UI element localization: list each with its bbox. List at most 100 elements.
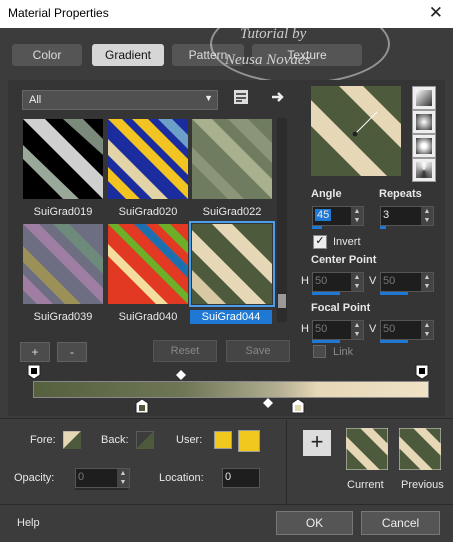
angle-value: 45 [315,209,332,221]
center-point-label: Center Point [311,254,377,266]
cancel-button[interactable]: Cancel [361,511,440,535]
focal-h-slider[interactable] [312,340,340,343]
color-stop-left[interactable] [135,398,149,414]
vertical-divider [286,420,287,504]
angle-spinner[interactable]: 45 ▲ ▼ [312,206,364,226]
focal-h-spinner[interactable]: 50 ▲ ▼ [312,320,364,340]
link-label: Link [333,346,354,358]
center-v-value: 50 [383,275,396,287]
gradient-preview[interactable] [311,86,401,176]
repeats-spinner[interactable]: 3 ▲ ▼ [380,206,434,226]
center-v-slider[interactable] [380,292,408,295]
spinner-arrows-icon[interactable]: ▲ ▼ [351,321,363,339]
gradient-label-suigrad044: SuiGrad044 [190,310,272,324]
spinner-arrows-icon[interactable]: ▲ ▼ [421,321,433,339]
repeats-label: Repeats [379,188,422,200]
location-label: Location: [159,472,204,484]
center-v-label: V [369,275,377,287]
center-v-spinner[interactable]: 50 ▲ ▼ [380,272,434,292]
opacity-label: Opacity: [14,472,55,484]
location-field[interactable]: 0 [222,468,260,488]
center-h-label: H [301,275,309,287]
user-color-box[interactable] [238,430,260,452]
user-label: User: [176,434,203,446]
focal-v-slider[interactable] [380,340,408,343]
gradient-editor-bar[interactable] [33,381,429,398]
gradient-thumb-suigrad020[interactable] [108,119,188,199]
help-link[interactable]: Help [17,517,40,529]
color-stop-right[interactable] [291,398,305,414]
sunburst-style-button[interactable] [412,134,436,158]
focal-v-spinner[interactable]: 50 ▲ ▼ [380,320,434,340]
add-to-swatches-button[interactable]: + [303,430,331,456]
rectangular-style-button[interactable] [412,110,436,134]
opacity-stop-right[interactable] [415,364,429,380]
current-label: Current [347,479,384,491]
linear-style-button[interactable] [412,86,436,110]
back-swatch[interactable] [136,431,154,449]
fore-swatch[interactable] [63,431,81,449]
back-label: Back: [101,434,129,446]
reset-button[interactable]: Reset [153,340,217,362]
gradient-thumb-suigrad040[interactable] [108,224,188,304]
gradient-thumb-suigrad039[interactable] [23,224,103,304]
spinner-arrows-icon[interactable]: ▲ ▼ [351,273,363,291]
watermark-ellipse [210,4,390,84]
opacity-spinner[interactable]: 0 ▲ ▼ [75,468,130,488]
tab-gradient[interactable]: Gradient [92,44,164,66]
focal-v-label: V [369,323,377,335]
user-swatch[interactable] [214,431,232,449]
gradient-thumb-suigrad044[interactable] [189,221,275,307]
gradient-label-suigrad040: SuiGrad040 [118,311,178,323]
tab-color[interactable]: Color [12,44,82,66]
previous-swatch[interactable] [399,428,441,470]
save-button[interactable]: Save [226,340,290,362]
current-swatch[interactable] [346,428,388,470]
gradient-label-suigrad039: SuiGrad039 [33,311,93,323]
divider [0,418,453,419]
spinner-arrows-icon[interactable]: ▲ ▼ [421,207,433,225]
angle-slider[interactable] [312,226,322,229]
window-title: Material Properties [8,6,109,20]
gradient-label-suigrad019: SuiGrad019 [33,206,93,218]
close-icon[interactable]: ✕ [429,3,443,23]
footer-divider [0,504,453,505]
color-midpoint-diamond[interactable] [263,398,273,408]
focal-v-value: 50 [383,323,396,335]
library-manager-icon[interactable] [233,89,249,105]
center-h-slider[interactable] [312,292,340,295]
gradient-thumb-suigrad022[interactable] [192,119,272,199]
gradient-label-suigrad022: SuiGrad022 [202,206,262,218]
remove-gradient-button[interactable]: - [57,342,87,362]
watermark-line1: Tutorial by [240,26,307,42]
gradient-list-scrollbar[interactable] [277,118,287,322]
center-h-spinner[interactable]: 50 ▲ ▼ [312,272,364,292]
add-gradient-button[interactable]: + [20,342,50,362]
repeats-slider[interactable] [380,226,386,229]
invert-checkbox[interactable]: ✓ [313,235,327,249]
opacity-slider[interactable] [75,488,128,490]
watermark-line2: Neusa Novaes [225,52,311,68]
focal-point-label: Focal Point [311,302,371,314]
invert-label: Invert [333,236,361,248]
center-h-value: 50 [315,275,328,287]
spinner-arrows-icon[interactable]: ▲ ▼ [421,273,433,291]
ok-button[interactable]: OK [276,511,353,535]
opacity-stop-left[interactable] [27,364,41,380]
library-dropdown-value: All [29,94,42,106]
link-checkbox[interactable] [313,345,326,358]
spinner-arrows-icon[interactable]: ▲ ▼ [117,469,129,487]
fore-label: Fore: [30,434,56,446]
gradient-thumb-suigrad019[interactable] [23,119,103,199]
angle-label: Angle [311,188,342,200]
library-dropdown[interactable]: All ▼ [22,90,218,110]
scrollbar-thumb[interactable] [278,294,286,308]
arrow-right-icon[interactable] [270,89,286,105]
focal-h-value: 50 [315,323,328,335]
opacity-midpoint-diamond[interactable] [176,370,186,380]
spinner-arrows-icon[interactable]: ▲ ▼ [351,207,363,225]
focal-h-label: H [301,323,309,335]
opacity-value: 0 [78,471,85,483]
previous-label: Previous [401,479,444,491]
radial-style-button[interactable] [412,158,436,182]
